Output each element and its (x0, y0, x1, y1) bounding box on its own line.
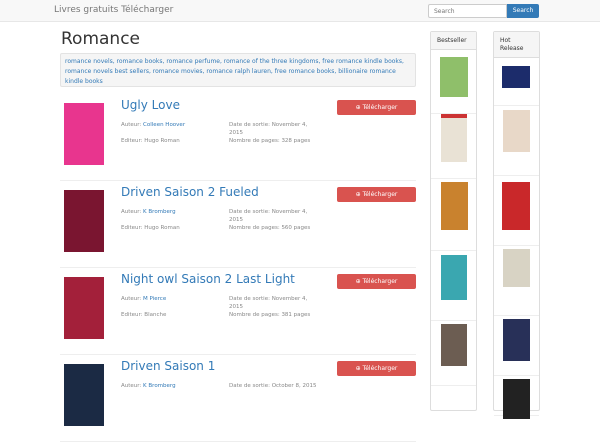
pages-value: 560 pages (281, 225, 311, 231)
hot-release-book[interactable] (494, 376, 539, 419)
author-link[interactable]: Colleen Hoover (143, 122, 185, 128)
download-button[interactable]: ⊕ Télécharger (337, 274, 416, 289)
date-label: Date de sortie: (229, 209, 272, 215)
date-value: October 8, 2015 (271, 383, 317, 389)
editor-value: Hugo Roman (144, 225, 180, 231)
download-button[interactable]: ⊕ Télécharger (337, 100, 416, 115)
date-label: Date de sortie: (229, 296, 272, 302)
date-line: Date de sortie: November 4, 2015 (229, 208, 321, 224)
bestseller-heading: Bestseller (431, 32, 476, 50)
author-link[interactable]: M Pierce (143, 296, 166, 302)
editor-line: Editeur: Hugo Roman (121, 224, 180, 232)
date-line: Date de sortie: November 4, 2015 (229, 295, 321, 311)
pages-value: 328 pages (281, 138, 311, 144)
author-link[interactable]: K Bromberg (143, 209, 176, 215)
editor-label: Editeur: (121, 312, 145, 318)
author-label: Auteur: (121, 209, 144, 215)
hot-release-book[interactable] (494, 246, 539, 316)
author-line: Auteur: M Pierce (121, 295, 221, 303)
book-cover[interactable] (64, 190, 104, 252)
author-label: Auteur: (121, 296, 144, 302)
author-link[interactable]: K Bromberg (143, 383, 176, 389)
pages-label: Nombre de pages: (229, 225, 282, 231)
book-item: Ugly Love Auteur: Colleen Hoover Editeur… (60, 95, 416, 181)
pages-label: Nombre de pages: (229, 312, 282, 318)
book-item: Driven Saison 2 Fueled Auteur: K Bromber… (60, 182, 416, 268)
author-line: Auteur: K Bromberg (121, 382, 221, 390)
book-item: Driven Saison 1 Auteur: K Bromberg Date … (60, 356, 416, 442)
hot-release-book[interactable] (494, 106, 539, 176)
editor-value: Blanche (144, 312, 167, 318)
book-item: Night owl Saison 2 Last Light Auteur: M … (60, 269, 416, 355)
book-cover[interactable] (64, 277, 104, 339)
date-line: Date de sortie: October 8, 2015 (229, 382, 321, 390)
download-button[interactable]: ⊕ Télécharger (337, 361, 416, 376)
pages-line: Nombre de pages: 328 pages (229, 137, 310, 145)
bestseller-book[interactable] (431, 251, 476, 321)
search-button[interactable]: Search (507, 4, 539, 18)
book-title[interactable]: Ugly Love (121, 98, 180, 112)
pages-line: Nombre de pages: 560 pages (229, 224, 310, 232)
editor-value: Hugo Roman (144, 138, 180, 144)
pages-value: 381 pages (281, 312, 311, 318)
author-label: Auteur: (121, 122, 144, 128)
date-line: Date de sortie: November 4, 2015 (229, 121, 321, 137)
hot-release-book[interactable] (494, 316, 539, 376)
author-line: Auteur: K Bromberg (121, 208, 221, 216)
book-title[interactable]: Night owl Saison 2 Last Light (121, 272, 295, 286)
editor-label: Editeur: (121, 138, 145, 144)
book-title[interactable]: Driven Saison 1 (121, 359, 215, 373)
hot-release-heading: Hot Release (494, 32, 539, 58)
editor-line: Editeur: Hugo Roman (121, 137, 180, 145)
tag-links[interactable]: romance novels, romance books, romance p… (60, 53, 416, 87)
pages-line: Nombre de pages: 381 pages (229, 311, 310, 319)
navbar: Livres gratuits Télécharger Search (0, 0, 600, 22)
editor-line: Editeur: Blanche (121, 311, 166, 319)
bestseller-book[interactable] (431, 114, 476, 179)
author-line: Auteur: Colleen Hoover (121, 121, 221, 129)
author-label: Auteur: (121, 383, 144, 389)
date-label: Date de sortie: (229, 383, 272, 389)
download-button[interactable]: ⊕ Télécharger (337, 187, 416, 202)
editor-label: Editeur: (121, 225, 145, 231)
search-input[interactable] (428, 4, 507, 18)
date-label: Date de sortie: (229, 122, 272, 128)
hot-release-book[interactable] (494, 58, 539, 106)
bestseller-book[interactable] (431, 50, 476, 114)
hot-release-panel: Hot Release (493, 31, 540, 419)
pages-label: Nombre de pages: (229, 138, 282, 144)
page-title: Romance (61, 29, 141, 49)
book-title[interactable]: Driven Saison 2 Fueled (121, 185, 259, 199)
bestseller-book[interactable] (431, 321, 476, 386)
hot-release-book[interactable] (494, 176, 539, 246)
brand-link[interactable]: Livres gratuits Télécharger (54, 5, 173, 15)
bestseller-book[interactable] (431, 179, 476, 251)
bestseller-panel: Bestseller (430, 31, 477, 411)
book-cover[interactable] (64, 364, 104, 426)
book-cover[interactable] (64, 103, 104, 165)
